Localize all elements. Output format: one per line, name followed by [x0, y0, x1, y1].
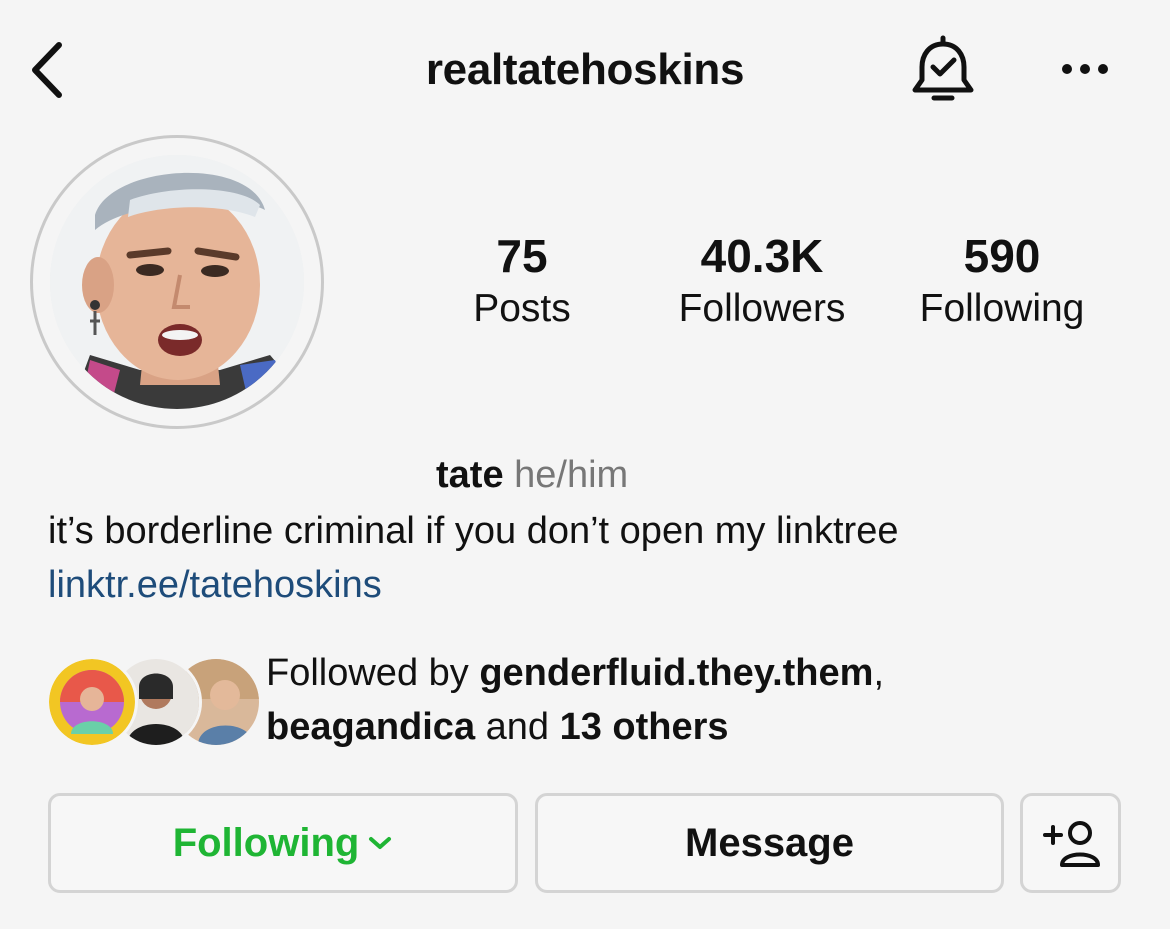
following-count: 590: [963, 230, 1041, 282]
add-person-icon: [1042, 821, 1100, 867]
display-name: tate: [436, 454, 504, 496]
bio-text: it’s borderline criminal if you don’t op…: [48, 510, 899, 552]
profile-avatar[interactable]: [30, 135, 324, 429]
more-options-button[interactable]: [1050, 44, 1120, 94]
avatar-photo: [50, 155, 304, 409]
following-button[interactable]: Following: [48, 793, 518, 893]
mutual-avatar-1: [46, 656, 138, 748]
profile-username: realtatehoskins: [425, 45, 745, 94]
followers-stat[interactable]: 40.3K Followers: [642, 228, 882, 334]
posts-count: 75: [496, 230, 548, 282]
followed-by-conjunction: and: [485, 706, 550, 748]
chevron-left-icon: [32, 42, 62, 98]
ellipsis-icon: [1062, 64, 1108, 74]
back-button[interactable]: [22, 38, 72, 102]
mutual-user-2[interactable]: beagandica: [266, 706, 475, 748]
mutual-user-1[interactable]: genderfluid.they.them: [479, 652, 873, 694]
posts-stat[interactable]: 75 Posts: [402, 228, 642, 334]
following-button-label: Following: [172, 820, 360, 865]
message-button-label: Message: [685, 820, 854, 865]
followed-by-separator: ,: [873, 652, 884, 694]
suggested-accounts-button[interactable]: [1020, 793, 1121, 893]
pronouns: he/him: [514, 454, 629, 496]
notifications-button[interactable]: [905, 30, 981, 110]
followed-by-prefix: Followed by: [266, 652, 469, 694]
followers-count: 40.3K: [700, 230, 824, 282]
bio-link[interactable]: linktr.ee/tatehoskins: [48, 560, 382, 610]
bell-check-icon: [912, 35, 974, 101]
posts-label: Posts: [473, 287, 571, 330]
chevron-down-icon: [369, 837, 392, 849]
following-label: Following: [919, 287, 1085, 330]
message-button[interactable]: Message: [535, 793, 1004, 893]
mutual-followers-avatars[interactable]: [46, 656, 262, 748]
mutual-others[interactable]: 13 others: [560, 706, 729, 748]
followers-label: Followers: [678, 287, 846, 330]
profile-name-line: tate he/him: [436, 450, 628, 500]
followed-by-text[interactable]: Followed by genderfluid.they.them, beaga…: [266, 646, 884, 754]
following-stat[interactable]: 590 Following: [882, 228, 1122, 334]
